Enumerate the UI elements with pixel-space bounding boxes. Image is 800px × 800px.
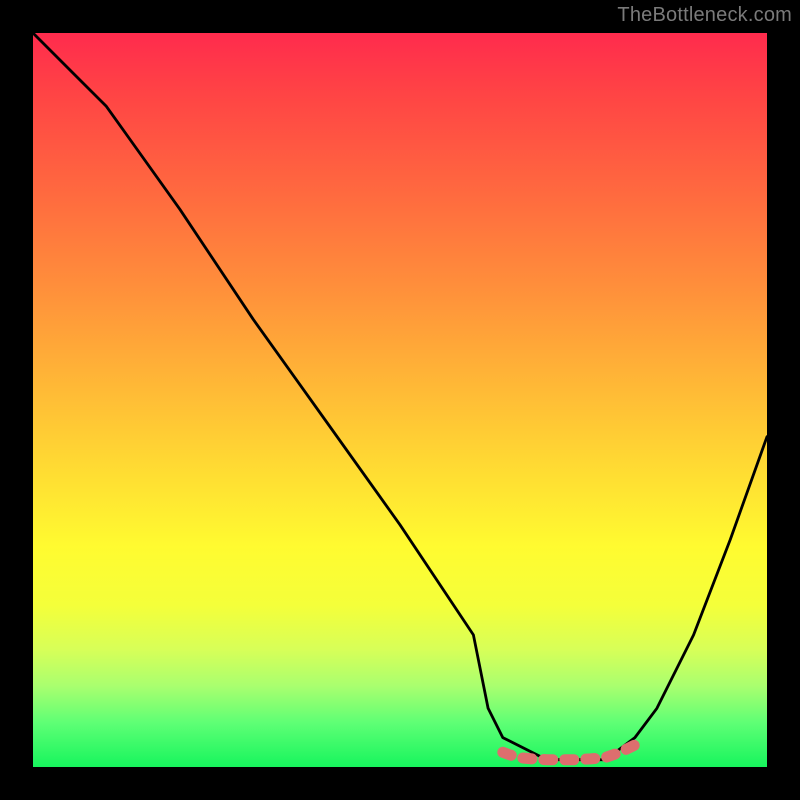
chart-frame: TheBottleneck.com: [0, 0, 800, 800]
plot-area: [33, 33, 767, 767]
watermark-label: TheBottleneck.com: [617, 4, 792, 27]
curve-path: [33, 33, 767, 760]
chart-svg: [33, 33, 767, 767]
